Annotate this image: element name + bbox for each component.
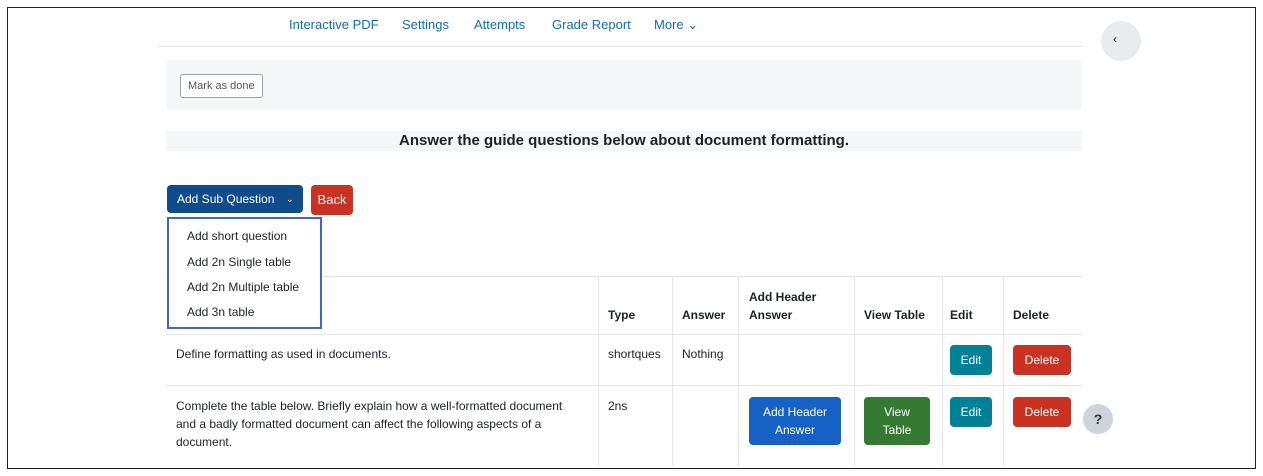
column-header-delete: Delete [1013, 308, 1050, 322]
row-divider [166, 334, 1082, 335]
dropdown-item-add-3n-table[interactable]: Add 3n table [187, 305, 254, 319]
dropdown-item-add-2n-multiple-table[interactable]: Add 2n Multiple table [187, 280, 299, 294]
column-divider [598, 276, 599, 466]
secondary-navigation: Interactive PDF Settings Attempts Grade … [158, 8, 1083, 47]
row-1-answer: Nothing [682, 347, 724, 361]
column-header-type: Type [608, 308, 636, 322]
nav-item-grade-report[interactable]: Grade Report [552, 17, 631, 32]
column-header-answer: Answer [682, 308, 726, 322]
activity-header [166, 60, 1082, 110]
column-divider [672, 276, 673, 466]
nav-item-interactive-pdf[interactable]: Interactive PDF [289, 17, 379, 32]
back-button[interactable]: Back [311, 185, 353, 215]
chevron-down-icon: ⌄ [286, 194, 294, 204]
nav-item-more[interactable]: More ⌄ [654, 17, 698, 33]
row-2-type: 2ns [608, 399, 628, 413]
row-1-edit-button[interactable]: Edit [950, 345, 992, 375]
view-table-label-line1: View [884, 405, 910, 419]
column-header-edit: Edit [950, 308, 973, 322]
dropdown-item-add-2n-single-table[interactable]: Add 2n Single table [187, 255, 291, 269]
add-sub-question-button[interactable]: Add Sub Question ⌄ [167, 185, 303, 213]
row-2-view-table-button[interactable]: View Table [864, 397, 930, 445]
column-header-add-header-answer-line1: Add Header [749, 290, 817, 304]
row-1-question: Define formatting as used in documents. [176, 347, 391, 361]
add-sub-question-dropdown-menu: Add short question Add 2n Single table A… [167, 217, 322, 329]
page-heading: Answer the guide questions below about d… [398, 132, 849, 149]
column-divider [854, 276, 855, 466]
help-button[interactable]: ? [1083, 404, 1113, 434]
row-2-edit-button[interactable]: Edit [950, 397, 992, 427]
row-divider [166, 385, 1082, 386]
row-2-question-line1: Complete the table below. Briefly explai… [176, 399, 563, 413]
view-table-label-line2: Table [882, 423, 912, 437]
nav-item-attempts[interactable]: Attempts [474, 17, 525, 32]
add-header-answer-label-line2: Answer [774, 423, 815, 437]
add-header-answer-label-line1: Add Header [762, 405, 828, 419]
drawer-toggle-button[interactable]: ‹ [1101, 21, 1141, 61]
row-2-question-line3: document. [176, 435, 233, 449]
column-divider [1003, 276, 1004, 466]
row-1-delete-button[interactable]: Delete [1013, 345, 1071, 375]
row-2-question-line2: and a badly formatted document can affec… [176, 417, 542, 431]
row-2-delete-button[interactable]: Delete [1013, 397, 1071, 427]
row-2-add-header-answer-button[interactable]: Add Header Answer [749, 397, 841, 445]
column-header-view-table: View Table [864, 308, 925, 322]
page-frame: Interactive PDF Settings Attempts Grade … [7, 7, 1256, 469]
column-divider [942, 276, 943, 466]
column-header-add-header-answer-line2: Answer [749, 308, 793, 322]
row-1-type: shortques [608, 347, 661, 361]
nav-item-settings[interactable]: Settings [402, 17, 449, 32]
add-sub-question-label: Add Sub Question [177, 192, 275, 206]
chevron-left-icon: ‹ [1113, 32, 1117, 46]
dropdown-item-add-short-question[interactable]: Add short question [187, 229, 287, 243]
mark-as-done-button[interactable]: Mark as done [180, 74, 263, 98]
column-divider [738, 276, 739, 466]
